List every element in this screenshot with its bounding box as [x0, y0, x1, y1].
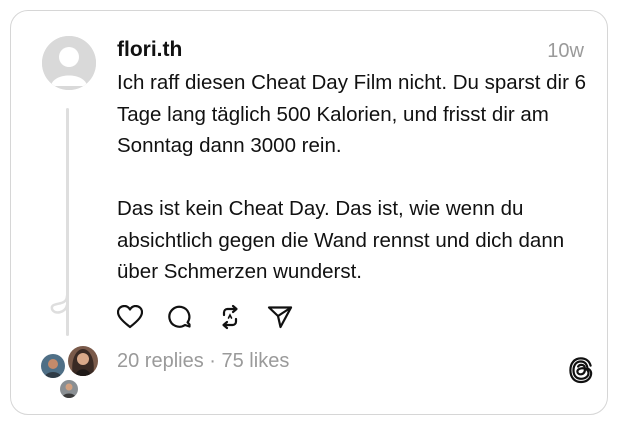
- reply-avatar[interactable]: [58, 378, 80, 400]
- username[interactable]: flori.th: [117, 38, 182, 62]
- post-text: Ich raff diesen Cheat Day Film nicht. Du…: [117, 67, 587, 288]
- comment-button[interactable]: [166, 303, 194, 331]
- heart-icon: [117, 305, 143, 329]
- repost-icon: [222, 304, 238, 330]
- like-button[interactable]: [116, 303, 144, 331]
- post-stats: 20 replies · 75 likes: [117, 350, 289, 373]
- reply-avatar-image: [41, 354, 65, 378]
- thread-loop-icon: [50, 294, 69, 314]
- reply-avatar[interactable]: [39, 352, 67, 380]
- action-bar: [116, 303, 294, 331]
- reply-avatar-image: [60, 380, 78, 398]
- stats-separator: ·: [203, 350, 222, 372]
- threads-logo-icon: [569, 357, 593, 384]
- avatar[interactable]: [42, 36, 96, 90]
- post-time: 10w: [547, 40, 584, 62]
- repost-button[interactable]: [216, 303, 244, 331]
- reply-avatar[interactable]: [66, 344, 100, 378]
- replies-count[interactable]: 20 replies: [117, 350, 204, 372]
- default-avatar-icon: [42, 36, 96, 90]
- likes-count[interactable]: 75 likes: [222, 350, 290, 372]
- post-paragraph: Ich raff diesen Cheat Day Film nicht. Du…: [117, 71, 587, 157]
- share-button[interactable]: [266, 303, 294, 331]
- reply-avatar-image: [68, 346, 98, 376]
- share-icon: [267, 306, 293, 329]
- comment-icon: [168, 305, 191, 328]
- threads-link[interactable]: [568, 356, 594, 389]
- post-paragraph: Das ist kein Cheat Day. Das ist, wie wen…: [117, 197, 565, 283]
